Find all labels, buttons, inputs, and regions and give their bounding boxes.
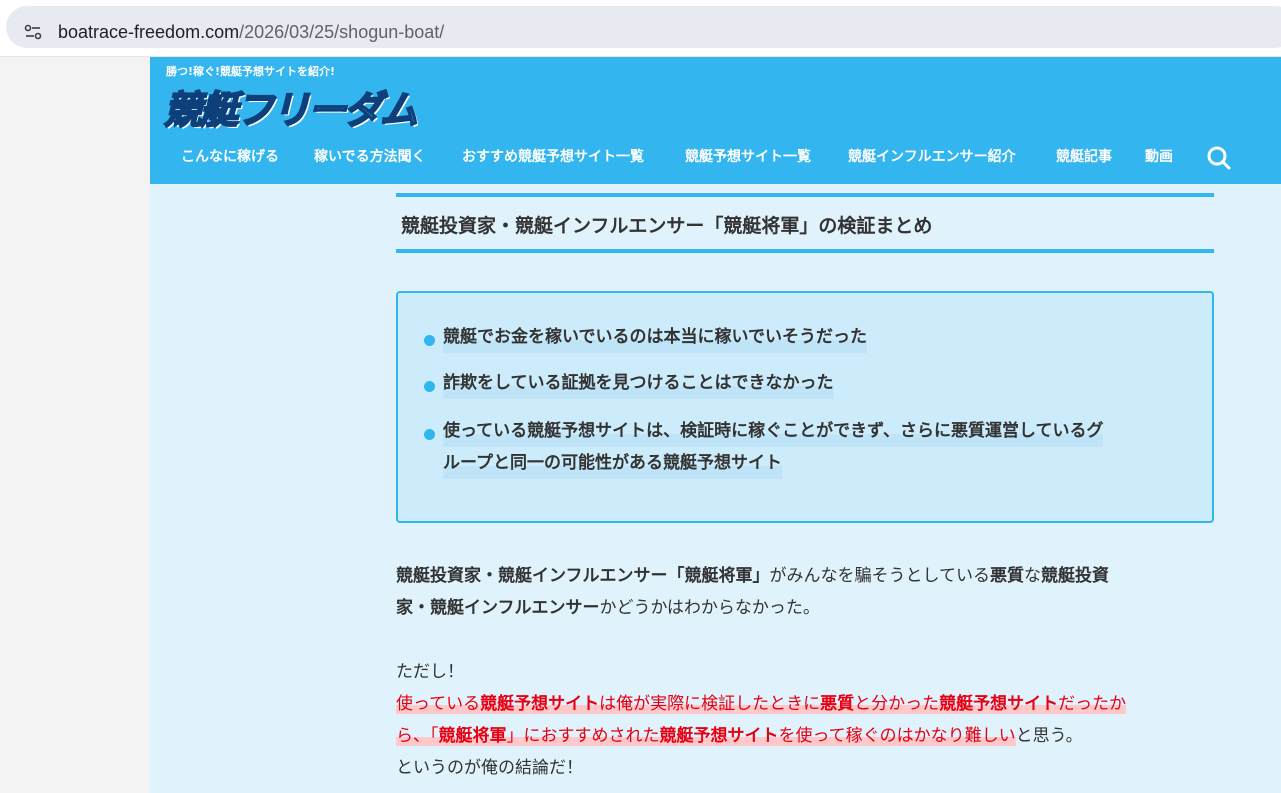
section-heading-text: 競艇投資家・競艇インフルエンサー「競艇将軍」の検証まとめ: [401, 215, 933, 237]
list-item-text: 詐欺をしている証拠を見つけることはできなかった: [443, 367, 834, 399]
site-page: 勝つ!稼ぐ!競艇予想サイトを紹介! 競艇フリーダム こんなに稼げる 稼いでる方法…: [150, 57, 1281, 793]
nav-item-site-list[interactable]: 競艇予想サイト一覧: [685, 146, 811, 166]
main-nav: こんなに稼げる 稼いでる方法聞く おすすめ競艇予想サイト一覧 競艇予想サイト一覧…: [150, 141, 1281, 171]
logo-text-kanji: 競艇: [163, 87, 239, 133]
logo-text-kana: フリーダム: [235, 87, 419, 133]
text-strong: 悪質: [990, 566, 1024, 586]
site-header: 勝つ!稼ぐ!競艇予想サイトを紹介! 競艇フリーダム こんなに稼げる 稼いでる方法…: [150, 57, 1281, 184]
browser-toolbar: boatrace-freedom.com/2026/03/25/shogun-b…: [0, 0, 1281, 57]
text-strong: 競艇予想サイト: [939, 694, 1059, 714]
page-gutter: [0, 57, 150, 793]
paragraph-conclusion-2: ただし！ 使っている競艇予想サイトは俺が実際に検証したときに悪質と分かった競艇予…: [396, 656, 1216, 784]
text: は俺が実際に検証したときに: [599, 694, 821, 714]
text-strong: 家・競艇インフルエンサー: [396, 598, 600, 618]
text-strong: 競艇将軍: [438, 726, 507, 746]
bullet-dot-icon: [424, 429, 435, 440]
text: がみんなを騙そうとしている: [769, 566, 991, 586]
address-bar[interactable]: boatrace-freedom.com/2026/03/25/shogun-b…: [6, 6, 1281, 48]
nav-item-recommended-sites[interactable]: おすすめ競艇予想サイト一覧: [462, 146, 644, 166]
url-host: boatrace-freedom.com: [58, 22, 240, 42]
section-heading: 競艇投資家・競艇インフルエンサー「競艇将軍」の検証まとめ: [396, 193, 1214, 253]
nav-item-how-to-earn[interactable]: 稼いでる方法聞く: [314, 146, 426, 166]
url-path: /2026/03/25/shogun-boat/: [239, 22, 445, 42]
text: 使っている: [396, 694, 481, 714]
site-tagline: 勝つ!稼ぐ!競艇予想サイトを紹介!: [166, 65, 336, 78]
text: ただし！: [396, 662, 464, 682]
text: と分かった: [854, 694, 940, 714]
text: というのが俺の結論だ！: [396, 758, 583, 778]
text: ら、「: [396, 726, 439, 746]
list-item-text: 競艇でお金を稼いでいるのは本当に稼いでいそうだった: [443, 321, 867, 353]
list-item-text-continued: ループと同一の可能性がある競艇予想サイト: [443, 447, 782, 479]
summary-box: 競艇でお金を稼いでいるのは本当に稼いでいそうだった 詐欺をしている証拠を見つける…: [396, 291, 1214, 523]
site-settings-icon[interactable]: [22, 21, 44, 43]
nav-item-earnings[interactable]: こんなに稼げる: [181, 146, 279, 166]
text: を使って稼ぐのはかなり難しい: [778, 726, 1016, 746]
url-text[interactable]: boatrace-freedom.com/2026/03/25/shogun-b…: [58, 22, 444, 43]
text-strong: 競艇投資家・競艇インフルエンサー「競艇将軍」: [396, 566, 770, 586]
highlighted-text: ら、「競艇将軍」におすすめされた競艇予想サイトを使って稼ぐのはかなり難しい: [396, 726, 1016, 746]
nav-item-influencers[interactable]: 競艇インフルエンサー紹介: [848, 146, 1016, 166]
nav-item-videos[interactable]: 動画: [1145, 146, 1173, 166]
search-icon[interactable]: [1205, 144, 1233, 172]
bullet-dot-icon: [424, 381, 435, 392]
text: な: [1024, 566, 1041, 586]
text: だったか: [1058, 694, 1127, 714]
text: かどうかはわからなかった。: [599, 598, 820, 618]
text-strong: 競艇予想サイト: [659, 726, 779, 746]
paragraph-conclusion-1: 競艇投資家・競艇インフルエンサー「競艇将軍」がみんなを騙そうとしている悪質な競艇…: [396, 560, 1216, 624]
text-strong: 競艇投資: [1041, 566, 1109, 586]
bullet-dot-icon: [424, 335, 435, 346]
text-strong: 競艇予想サイト: [480, 694, 600, 714]
nav-item-articles[interactable]: 競艇記事: [1056, 146, 1112, 166]
text: 」におすすめされた: [506, 726, 660, 746]
text-strong: 悪質: [820, 694, 855, 714]
site-logo[interactable]: 競艇フリーダム: [163, 79, 419, 133]
list-item-text: 使っている競艇予想サイトは、検証時に稼ぐことができず、さらに悪質運営しているグ: [443, 415, 1104, 447]
text: と思う。: [1015, 726, 1083, 746]
highlighted-text: 使っている競艇予想サイトは俺が実際に検証したときに悪質と分かった競艇予想サイトだ…: [396, 694, 1127, 714]
